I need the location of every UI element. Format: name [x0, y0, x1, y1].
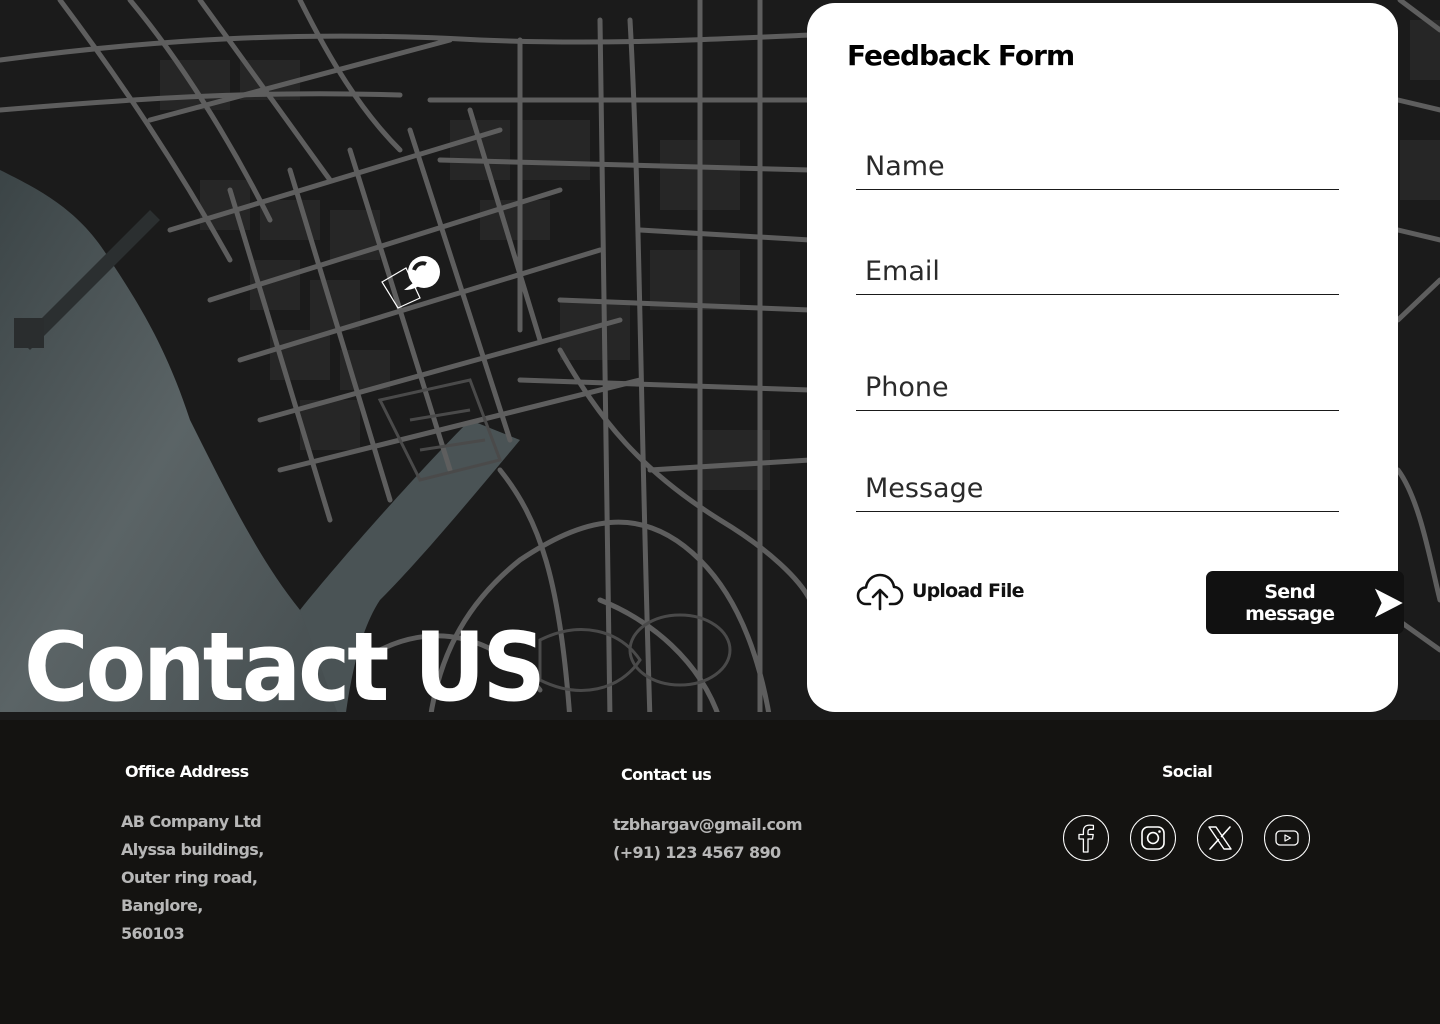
- location-pin-icon[interactable]: [378, 252, 448, 312]
- email-field: [856, 252, 1339, 295]
- footer: Office Address AB Company Ltd Alyssa bui…: [0, 720, 1440, 1024]
- instagram-icon[interactable]: [1130, 815, 1176, 861]
- phone-field: [856, 368, 1339, 411]
- send-message-button[interactable]: Send message: [1206, 571, 1404, 634]
- contact-email-link[interactable]: tzbhargav@gmail.com: [613, 815, 802, 834]
- name-input[interactable]: [856, 147, 1339, 189]
- form-title: Feedback Form: [847, 39, 1075, 72]
- address-line: Alyssa buildings,: [121, 840, 264, 859]
- upload-file-button[interactable]: Upload File: [856, 571, 1025, 611]
- contact-us-heading: Contact us: [621, 765, 712, 784]
- social-heading: Social: [1162, 762, 1213, 781]
- page-title: Contact US: [24, 611, 546, 720]
- send-arrow-icon: [1375, 588, 1404, 617]
- cloud-upload-icon: [856, 573, 904, 611]
- address-line: 560103: [121, 924, 185, 943]
- address-line: Banglore,: [121, 896, 203, 915]
- phone-input[interactable]: [856, 368, 1339, 410]
- upload-file-label: Upload File: [912, 580, 1025, 602]
- x-twitter-icon[interactable]: [1197, 815, 1243, 861]
- address-line: Outer ring road,: [121, 868, 258, 887]
- facebook-icon[interactable]: [1063, 815, 1109, 861]
- email-input[interactable]: [856, 252, 1339, 294]
- contact-phone-link[interactable]: (+91) 123 4567 890: [613, 843, 781, 862]
- send-message-label: Send message: [1245, 580, 1335, 625]
- feedback-form: Feedback Form Upload File Send message: [807, 3, 1404, 712]
- message-field: [856, 469, 1339, 512]
- message-input[interactable]: [856, 469, 1339, 511]
- address-line: AB Company Ltd: [121, 812, 262, 831]
- youtube-icon[interactable]: [1264, 815, 1310, 861]
- office-address-heading: Office Address: [125, 762, 249, 781]
- name-field: [856, 147, 1339, 190]
